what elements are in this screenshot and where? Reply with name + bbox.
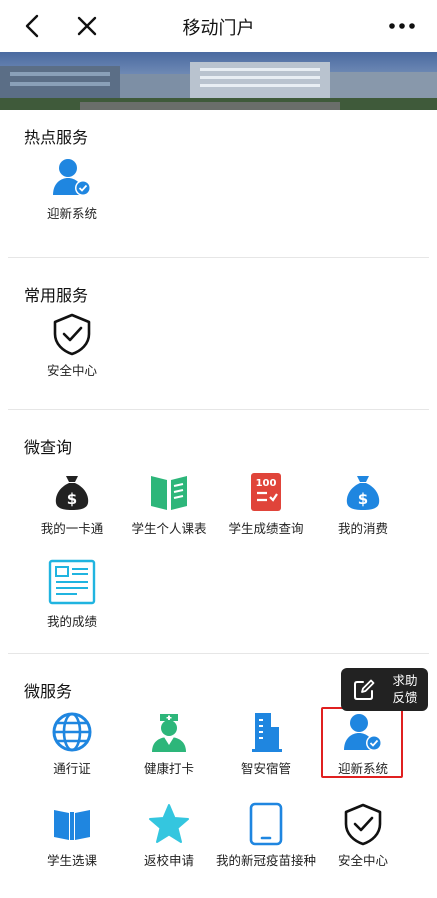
- divider: [8, 257, 429, 258]
- tile-dorm-management[interactable]: 智安宿管: [218, 710, 314, 777]
- divider: [8, 653, 429, 654]
- section-title-hot: 热点服务: [24, 128, 89, 147]
- tile-label: 学生个人课表: [131, 521, 207, 536]
- nurse-icon: [152, 714, 186, 752]
- nav-bar: 移动门户: [0, 0, 437, 52]
- open-book-icon: [151, 476, 187, 510]
- section-title-service: 微服务: [24, 682, 73, 701]
- tile-label: 智安宿管: [240, 761, 291, 776]
- highlight-box: [321, 707, 403, 778]
- shield-check-icon: [344, 803, 382, 846]
- building-icon: [252, 713, 282, 752]
- more-options-icon[interactable]: [387, 14, 417, 38]
- tile-course-selection[interactable]: 学生选课: [24, 802, 120, 869]
- tile-my-grades[interactable]: 我的成绩: [24, 557, 120, 630]
- tile-label: 通行证: [53, 761, 91, 776]
- tile-covid-vaccine[interactable]: 我的新冠疫苗接种: [214, 802, 318, 869]
- tile-label: 安全中心: [337, 853, 388, 868]
- money-bag-icon: $: [55, 476, 89, 510]
- star-icon: [149, 804, 189, 843]
- tile-label: 学生选课: [46, 853, 97, 868]
- tile-label: 返校申请: [143, 853, 194, 868]
- tile-student-timetable[interactable]: 学生个人课表: [121, 470, 217, 537]
- tile-pass[interactable]: 通行证: [24, 710, 120, 777]
- svg-text:100: 100: [256, 478, 277, 489]
- tile-security-center[interactable]: 安全中心: [24, 312, 120, 379]
- shield-check-icon: [53, 313, 91, 356]
- tile-label: 安全中心: [46, 363, 97, 378]
- divider: [8, 409, 429, 410]
- tile-label: 学生成绩查询: [228, 521, 304, 536]
- section-title-common: 常用服务: [24, 286, 89, 305]
- tile-campus-card[interactable]: $ 我的一卡通: [24, 470, 120, 537]
- help-feedback-label: 求助反馈: [392, 673, 418, 705]
- help-feedback-button[interactable]: 求助反馈: [341, 668, 428, 711]
- tile-health-checkin[interactable]: 健康打卡: [121, 710, 217, 777]
- svg-text:$: $: [67, 490, 77, 508]
- money-bag-blue-icon: $: [346, 476, 380, 510]
- tile-grade-query[interactable]: 100 学生成绩查询: [218, 470, 314, 537]
- report-card-icon: [48, 559, 96, 605]
- tablet-icon: [249, 802, 283, 846]
- section-title-query: 微查询: [24, 438, 73, 457]
- edit-icon: [354, 679, 375, 700]
- campus-banner-image[interactable]: [0, 52, 437, 110]
- svg-text:$: $: [358, 490, 368, 508]
- page-title: 移动门户: [182, 18, 255, 39]
- tile-label: 健康打卡: [143, 761, 194, 776]
- tile-welcome-system[interactable]: 迎新系统: [24, 155, 120, 222]
- tile-my-spending[interactable]: $ 我的消费: [315, 470, 411, 537]
- tile-label: 我的一卡通: [40, 521, 104, 536]
- score-sheet-icon: 100: [251, 473, 281, 511]
- tile-label: 迎新系统: [46, 206, 97, 221]
- tile-label: 我的成绩: [46, 614, 97, 629]
- tile-label: 我的新冠疫苗接种: [215, 853, 316, 868]
- tile-label: 我的消费: [337, 521, 388, 536]
- globe-icon: [52, 712, 92, 752]
- tile-security-center-service[interactable]: 安全中心: [315, 802, 411, 869]
- tile-return-application[interactable]: 返校申请: [121, 802, 217, 869]
- welcome-user-icon: [53, 159, 91, 196]
- book-icon: [54, 810, 90, 840]
